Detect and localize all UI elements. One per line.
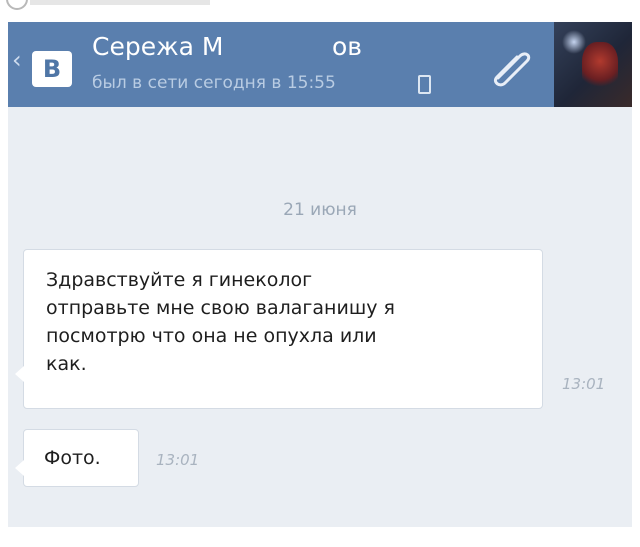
cropped-circle-icon — [6, 0, 28, 10]
message-line: отправьте мне свою валаганишу я — [46, 297, 395, 319]
paperclip-icon[interactable] — [480, 44, 536, 90]
message-text: Фото. — [44, 447, 101, 469]
contact-name-ending[interactable]: ов — [332, 32, 362, 62]
cropped-top-strip — [0, 0, 640, 20]
vk-logo[interactable]: В — [32, 51, 72, 87]
message-time: 13:01 — [562, 375, 606, 393]
cropped-bar — [30, 0, 210, 5]
avatar[interactable] — [554, 22, 632, 107]
chat-header: ‹ В Сережа М ов был в сети сегодня в 15:… — [8, 22, 632, 107]
message-text: Здравствуйте я гинеколог отправьте мне с… — [46, 266, 536, 378]
message-line: Здравствуйте я гинеколог — [46, 269, 313, 291]
date-separator: 21 июня — [283, 200, 357, 220]
message-bubble[interactable]: Фото. — [15, 429, 139, 487]
back-chevron-icon[interactable]: ‹ — [12, 48, 22, 72]
message-line: посмотрю что она не опухла или — [46, 325, 377, 347]
message-list[interactable]: 21 июня Здравствуйте я гинеколог отправь… — [8, 107, 632, 527]
contact-name[interactable]: Сережа М — [92, 32, 223, 62]
message-time: 13:01 — [156, 451, 200, 469]
bubble-tail — [15, 366, 24, 382]
mobile-phone-icon — [418, 75, 431, 94]
bubble-tail — [15, 460, 24, 476]
screenshot-frame: ‹ В Сережа М ов был в сети сегодня в 15:… — [0, 0, 640, 547]
message-line: как. — [46, 353, 87, 375]
avatar-light — [562, 30, 586, 54]
avatar-figure — [582, 42, 618, 90]
online-status: был в сети сегодня в 15:55 — [92, 73, 336, 93]
message-bubble[interactable]: Здравствуйте я гинеколог отправьте мне с… — [15, 249, 543, 409]
